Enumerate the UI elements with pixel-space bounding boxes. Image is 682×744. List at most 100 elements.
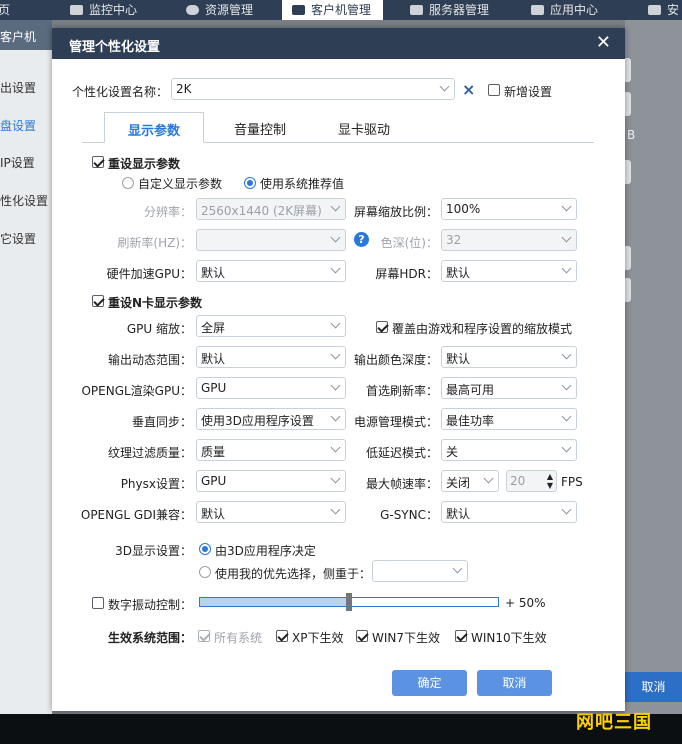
nav-server[interactable]: 服务器管理 <box>410 2 489 18</box>
background-cancel-button[interactable]: 取消 <box>625 672 682 702</box>
resolution-select[interactable]: 2560x1440 (2K屏幕) <box>196 198 346 220</box>
gdi-value: 默认 <box>201 507 226 521</box>
cancel-button[interactable]: 取消 <box>477 670 552 696</box>
nav-security-label: 安 <box>667 3 680 17</box>
nav-monitor[interactable]: 监控中心 <box>70 2 137 18</box>
hdr-label: 屏幕HDR： <box>375 267 438 281</box>
pref-refresh-select[interactable]: 最高可用 <box>441 377 577 399</box>
nav-resource[interactable]: 资源管理 <box>186 2 253 18</box>
chevron-down-icon <box>561 504 572 515</box>
color-depth-value: 32 <box>446 233 462 247</box>
scaling-select[interactable]: 100% <box>441 198 577 220</box>
chevron-down-icon <box>561 201 572 212</box>
nav-monitor-label: 监控中心 <box>89 3 138 17</box>
max-fps-select[interactable]: 关闭 <box>441 470 499 492</box>
sys-xp-checkbox[interactable] <box>276 630 288 642</box>
sidebar-item-active[interactable]: 盘设置 <box>0 117 36 134</box>
chevron-down-icon <box>452 563 463 574</box>
gsync-label: G-SYNC： <box>380 508 438 522</box>
chevron-down-icon <box>561 380 572 391</box>
texture-select[interactable]: 质量 <box>196 439 346 461</box>
display3d-radio-pref[interactable] <box>199 566 211 578</box>
app-icon <box>531 5 544 15</box>
nav-client[interactable]: 客户机管理 <box>282 0 384 20</box>
reset-nvidia-checkbox[interactable] <box>92 295 104 307</box>
vibrance-value: + 50% <box>505 596 546 610</box>
gsync-select[interactable]: 默认 <box>441 501 577 523</box>
clear-icon[interactable]: × <box>462 80 475 99</box>
nav-home[interactable]: 首页 <box>0 2 10 18</box>
hdr-select[interactable]: 默认 <box>441 260 577 282</box>
power-select[interactable]: 最佳功率 <box>441 408 577 430</box>
fps-number-value: 20 <box>510 474 526 488</box>
tab-display[interactable]: 显示参数 <box>104 112 204 143</box>
sidebar-item[interactable]: 它设置 <box>0 230 36 247</box>
dyn-range-select[interactable]: 默认 <box>196 346 346 368</box>
low-latency-select[interactable]: 关 <box>441 439 577 461</box>
sidebar-item[interactable]: IP设置 <box>0 154 35 171</box>
ok-button[interactable]: 确定 <box>392 670 467 696</box>
physx-select[interactable]: GPU <box>196 470 346 492</box>
background-input <box>625 58 631 82</box>
vibrance-slider-track[interactable] <box>199 593 499 611</box>
help-icon[interactable]: ? <box>354 232 369 247</box>
reset-display-label: 重设显示参数 <box>108 157 181 171</box>
sys-win7-checkbox[interactable] <box>356 630 368 642</box>
client-icon <box>292 5 305 15</box>
max-fps-value: 关闭 <box>446 476 471 490</box>
fps-number-input[interactable]: 20 ▲ ▼ <box>506 470 557 492</box>
chevron-down-icon <box>330 201 341 212</box>
radio-recommended[interactable] <box>244 177 256 189</box>
resolution-label: 分辨率： <box>143 205 192 219</box>
gdi-select[interactable]: 默认 <box>196 501 346 523</box>
nav-app-label: 应用中心 <box>550 3 599 17</box>
dyn-range-value: 默认 <box>201 352 226 366</box>
monitor-icon <box>70 5 83 15</box>
tab-gpu-driver[interactable]: 显卡驱动 <box>314 112 414 142</box>
nav-client-label: 客户机管理 <box>311 3 372 17</box>
low-latency-value: 关 <box>446 445 459 459</box>
gpu-scaling-select[interactable]: 全屏 <box>196 315 346 337</box>
chevron-down-icon <box>561 442 572 453</box>
color-format-select[interactable]: 默认 <box>441 346 577 368</box>
radio-custom-label: 自定义显示参数 <box>138 177 223 191</box>
display3d-radio-app[interactable] <box>199 543 211 555</box>
display3d-pref-select[interactable] <box>372 560 468 582</box>
hw-gpu-select[interactable]: 默认 <box>196 260 346 282</box>
tab-volume[interactable]: 音量控制 <box>210 112 310 142</box>
display3d-opt1-label: 由3D应用程序决定 <box>215 544 316 558</box>
refresh-select[interactable] <box>196 229 346 251</box>
nav-security[interactable]: 安 <box>648 2 679 18</box>
low-latency-label: 低延迟模式： <box>365 446 438 460</box>
color-depth-select[interactable]: 32 <box>441 229 577 251</box>
physx-label: Physx设置： <box>120 477 192 491</box>
vibrance-slider-thumb[interactable] <box>346 593 352 611</box>
close-icon[interactable]: ✕ <box>596 32 611 53</box>
setting-name-select[interactable]: 2K <box>171 78 455 100</box>
radio-custom[interactable] <box>122 177 134 189</box>
nav-home-label: 首页 <box>0 3 11 17</box>
chevron-down-icon <box>561 263 572 274</box>
stepper-arrows-icon[interactable]: ▲ ▼ <box>547 472 553 490</box>
sys-all-checkbox[interactable] <box>198 630 210 642</box>
sidebar-item[interactable]: 性化设置 <box>0 192 48 209</box>
setting-name-value: 2K <box>176 82 192 96</box>
scaling-label: 屏幕缩放比例： <box>353 205 438 219</box>
texture-label: 纹理过滤质量： <box>107 446 192 460</box>
gpu-scaling-value: 全屏 <box>201 321 226 335</box>
vibrance-checkbox[interactable] <box>92 597 104 609</box>
nav-app[interactable]: 应用中心 <box>531 2 598 18</box>
new-setting-checkbox[interactable] <box>488 84 500 96</box>
opengl-gpu-select[interactable]: GPU <box>196 377 346 399</box>
override-scaling-checkbox[interactable] <box>376 321 388 333</box>
hw-gpu-label: 硬件加速GPU： <box>106 267 192 281</box>
chevron-down-icon <box>330 442 341 453</box>
sidebar-item[interactable]: 出设置 <box>0 79 36 96</box>
chevron-down-icon <box>439 81 450 92</box>
vsync-select[interactable]: 使用3D应用程序设置 <box>196 408 346 430</box>
power-value: 最佳功率 <box>446 414 495 428</box>
gpu-scaling-label: GPU 缩放： <box>126 322 192 336</box>
reset-display-checkbox[interactable] <box>92 156 104 168</box>
refresh-label: 刷新率(HZ)： <box>117 236 192 250</box>
sys-win10-checkbox[interactable] <box>455 630 467 642</box>
